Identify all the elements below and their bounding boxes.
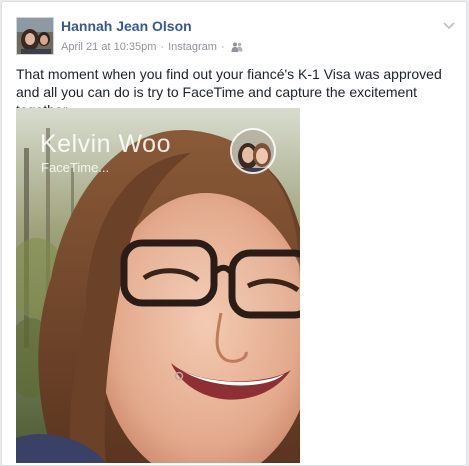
author-avatar[interactable] [16,17,54,55]
author-name-link[interactable]: Hannah Jean Olson [61,18,192,34]
facetime-self-view-avatar [230,128,276,174]
post-photo[interactable]: Kelvin Woo FaceTime... [16,108,300,463]
meta-separator: · [220,41,225,53]
post-timestamp-link[interactable]: April 21 at 10:35pm [61,41,156,53]
friends-icon[interactable] [231,41,243,53]
avatar-image [17,18,53,54]
facetime-status: FaceTime... [41,160,110,175]
facebook-post-card: Hannah Jean Olson April 21 at 10:35pm · … [1,1,467,466]
post-meta: April 21 at 10:35pm · Instagram · [61,41,243,53]
post-source[interactable]: Instagram [168,41,217,53]
post-options-chevron-down-icon[interactable] [442,18,456,30]
facetime-caller-name: Kelvin Woo [40,130,171,158]
meta-separator: · [160,41,165,53]
